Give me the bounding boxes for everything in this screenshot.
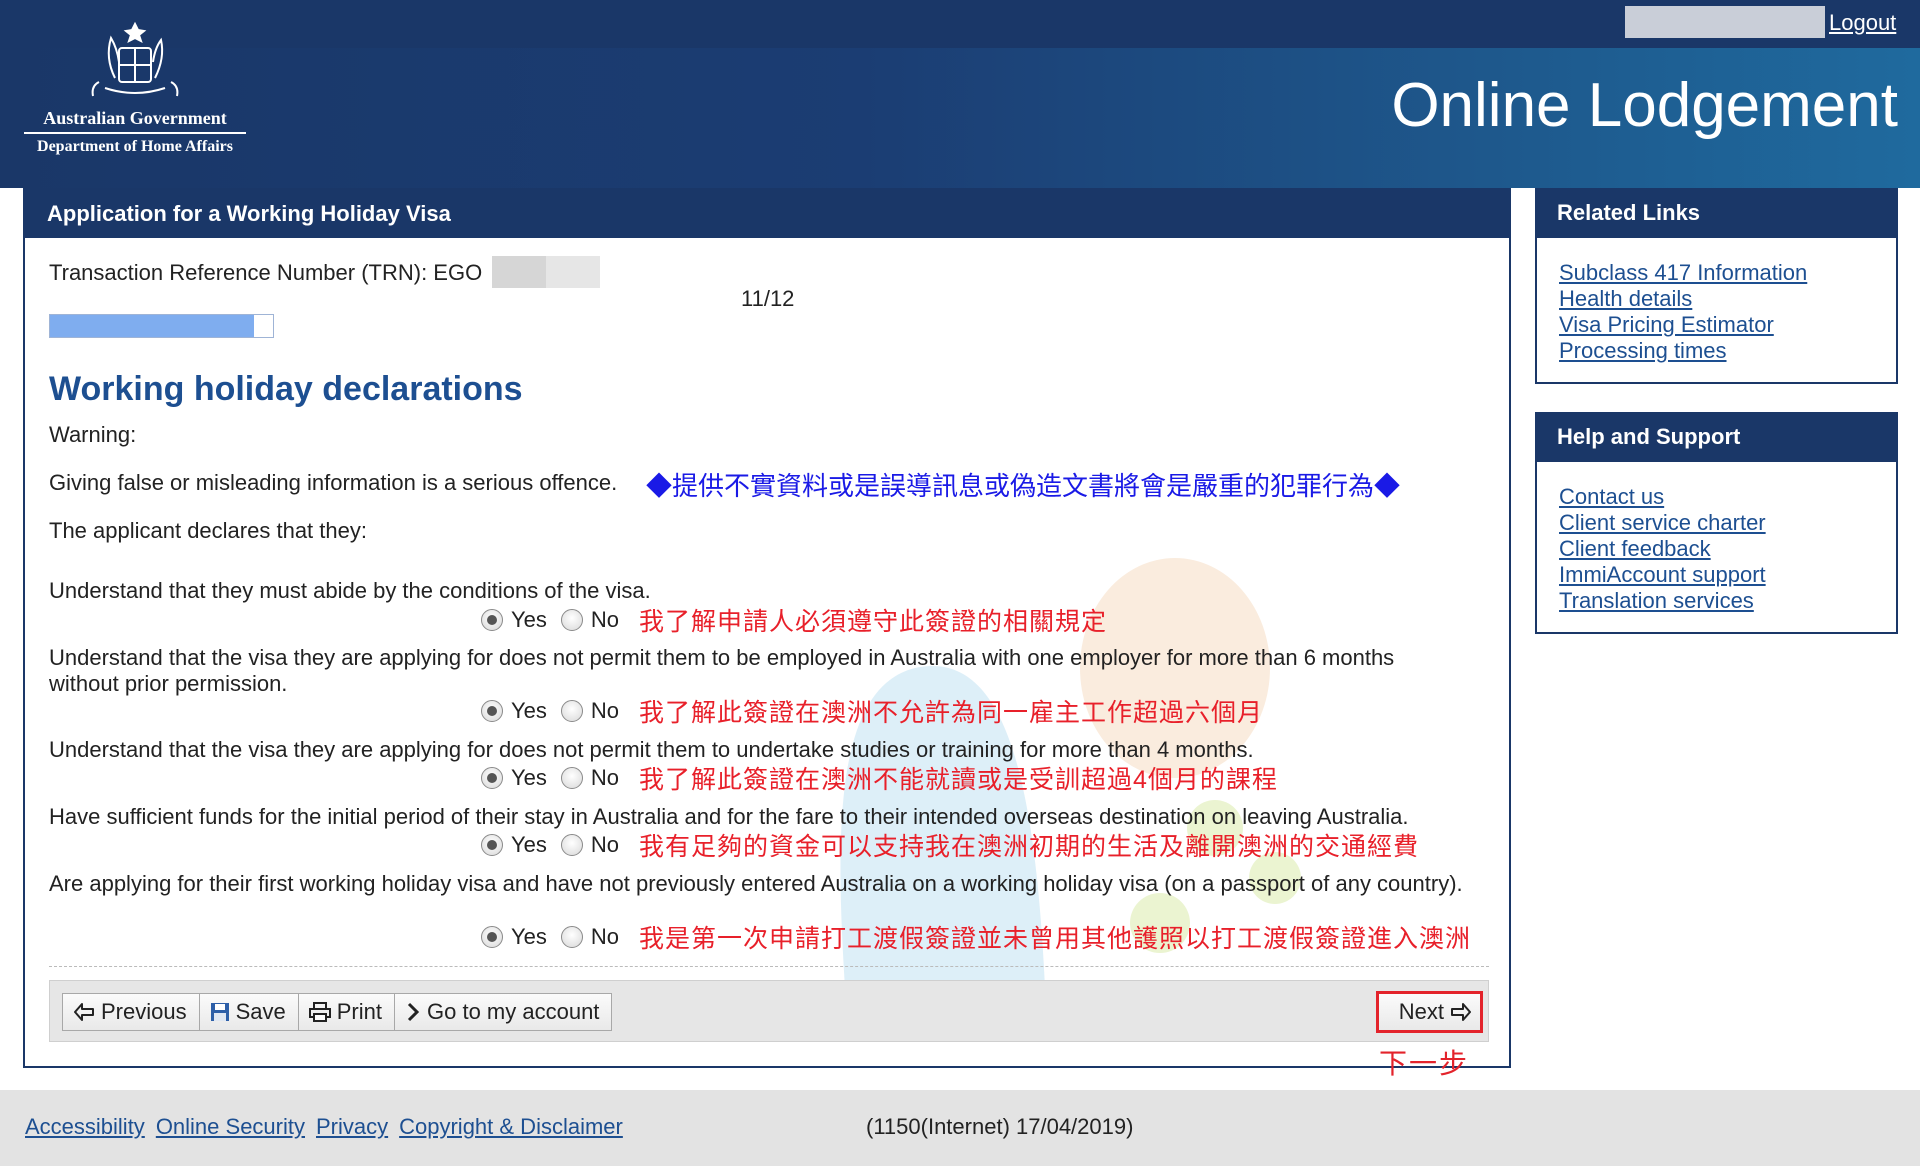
version-info: (1150(Internet) 17/04/2019) [866,1114,1134,1139]
help-support-panel: Help and Support Contact us Client servi… [1535,412,1898,634]
no-radio[interactable] [560,700,583,722]
no-radio[interactable] [560,926,583,948]
link-translation-services[interactable]: Translation services [1559,588,1896,614]
warning-text: Giving false or misleading information i… [49,470,618,495]
declaration-text-1: Understand that they must abide by the c… [49,578,651,603]
site-footer: Accessibility Online Security Privacy Co… [0,1090,1920,1166]
no-radio[interactable] [560,609,583,631]
no-radio[interactable] [560,767,583,789]
declaration-translation-1: 我了解申請人必須遵守此簽證的相關規定 [639,608,1108,636]
nav-button-group: Previous Save Print Go to my account [62,993,613,1031]
link-contact-us[interactable]: Contact us [1559,484,1896,510]
link-client-service-charter[interactable]: Client service charter [1559,510,1896,536]
no-label: No [590,924,620,949]
trn-label: Transaction Reference Number (TRN): EGO [49,260,483,285]
declaration-translation-2: 我了解此簽證在澳洲不允許為同一雇主工作超過六個月 [639,699,1264,727]
declaration-text-5: Are applying for their first working hol… [49,871,1463,896]
next-translation: 下一步 [1379,1048,1470,1079]
print-button[interactable]: Print [297,993,395,1031]
help-support-title: Help and Support [1535,412,1898,462]
warning-translation: ◆提供不實資料或是誤導訊息或偽造文書將會是嚴重的犯罪行為◆ [646,471,1401,501]
declaration-options-1: Yes No 我了解申請人必須遵守此簽證的相關規定 [481,605,1108,636]
government-logo: Australian Government Department of Home… [20,18,250,168]
footer-link-accessibility[interactable]: Accessibility [25,1114,145,1140]
no-radio[interactable] [560,834,583,856]
crest-icon [91,21,179,97]
link-processing-times[interactable]: Processing times [1559,338,1896,364]
divider [49,966,1489,967]
link-visa-pricing-estimator[interactable]: Visa Pricing Estimator [1559,312,1896,338]
yes-radio[interactable] [481,926,503,948]
go-to-account-label: Go to my account [427,999,600,1024]
yes-radio[interactable] [481,767,503,789]
yes-radio[interactable] [481,700,503,722]
related-links-title: Related Links [1535,188,1898,238]
help-support-list: Contact us Client service charter Client… [1537,462,1896,632]
no-label: No [590,832,620,857]
button-bar: Previous Save Print Go to my account Nex… [49,980,1489,1042]
footer-link-privacy[interactable]: Privacy [316,1114,388,1140]
print-label: Print [336,999,382,1024]
save-disk-icon [210,1003,229,1021]
declares-text: The applicant declares that they: [49,518,367,543]
page-count: 11/12 [741,286,795,311]
link-client-feedback[interactable]: Client feedback [1559,536,1896,562]
yes-label: Yes [511,924,547,949]
site-header: Australian Government Department of Home… [0,0,1920,188]
link-immiaccount-support[interactable]: ImmiAccount support [1559,562,1896,588]
declaration-translation-4: 我有足夠的資金可以支持我在澳洲初期的生活及離開澳洲的交通經費 [639,833,1420,861]
previous-button[interactable]: Previous [62,993,200,1031]
no-label: No [590,607,620,632]
yes-radio[interactable] [481,609,503,631]
declaration-options-4: Yes No 我有足夠的資金可以支持我在澳洲初期的生活及離開澳洲的交通經費 [481,830,1420,861]
previous-arrow-icon [74,1003,94,1021]
related-links-list: Subclass 417 Information Health details … [1537,238,1896,382]
declaration-translation-3: 我了解此簽證在澳洲不能就讀或是受訓超過4個月的課程 [639,766,1278,794]
redacted-trn [492,256,600,288]
logout-link[interactable]: Logout [1829,10,1896,36]
save-button[interactable]: Save [198,993,299,1031]
footer-links: Accessibility Online Security Privacy Co… [25,1114,634,1140]
no-label: No [590,765,620,790]
yes-label: Yes [511,607,547,632]
declaration-options-5: Yes No 我是第一次申請打工渡假簽證並未曾用其他護照以打工渡假簽證進入澳洲 [481,922,1472,953]
yes-radio[interactable] [481,834,503,856]
declaration-translation-5: 我是第一次申請打工渡假簽證並未曾用其他護照以打工渡假簽證進入澳洲 [639,925,1472,953]
application-panel: Application for a Working Holiday Visa T… [23,188,1511,1079]
next-arrow-icon [1451,1003,1471,1021]
printer-icon [308,1002,331,1022]
panel-title: Application for a Working Holiday Visa [23,188,1511,238]
chevron-right-icon [407,1002,420,1022]
warning-label: Warning: [49,422,137,447]
declaration-options-2: Yes No 我了解此簽證在澳洲不允許為同一雇主工作超過六個月 [481,696,1264,727]
footer-link-copyright[interactable]: Copyright & Disclaimer [399,1114,623,1140]
link-health-details[interactable]: Health details [1559,286,1896,312]
yes-label: Yes [511,698,547,723]
next-label: Next [1398,999,1444,1024]
yes-label: Yes [511,765,547,790]
declaration-text-2: Understand that the visa they are applyi… [49,645,1395,696]
link-subclass-417[interactable]: Subclass 417 Information [1559,260,1896,286]
yes-label: Yes [511,832,547,857]
related-links-panel: Related Links Subclass 417 Information H… [1535,188,1898,384]
footer-link-online-security[interactable]: Online Security [156,1114,305,1140]
save-label: Save [235,999,286,1024]
next-button[interactable]: Next [1375,991,1483,1033]
declaration-options-3: Yes No 我了解此簽證在澳洲不能就讀或是受訓超過4個月的課程 [481,763,1278,794]
redacted-username [1625,6,1825,38]
progress-fill [50,315,255,337]
section-title: Working holiday declarations [49,370,523,408]
previous-label: Previous [101,999,187,1024]
logo-divider [24,132,246,134]
progress-bar [49,314,274,338]
no-label: No [590,698,620,723]
go-to-account-button[interactable]: Go to my account [394,993,613,1031]
logo-line-government: Australian Government [43,108,227,128]
app-title: Online Lodgement [1391,71,1898,140]
logo-line-department: Department of Home Affairs [37,138,233,155]
